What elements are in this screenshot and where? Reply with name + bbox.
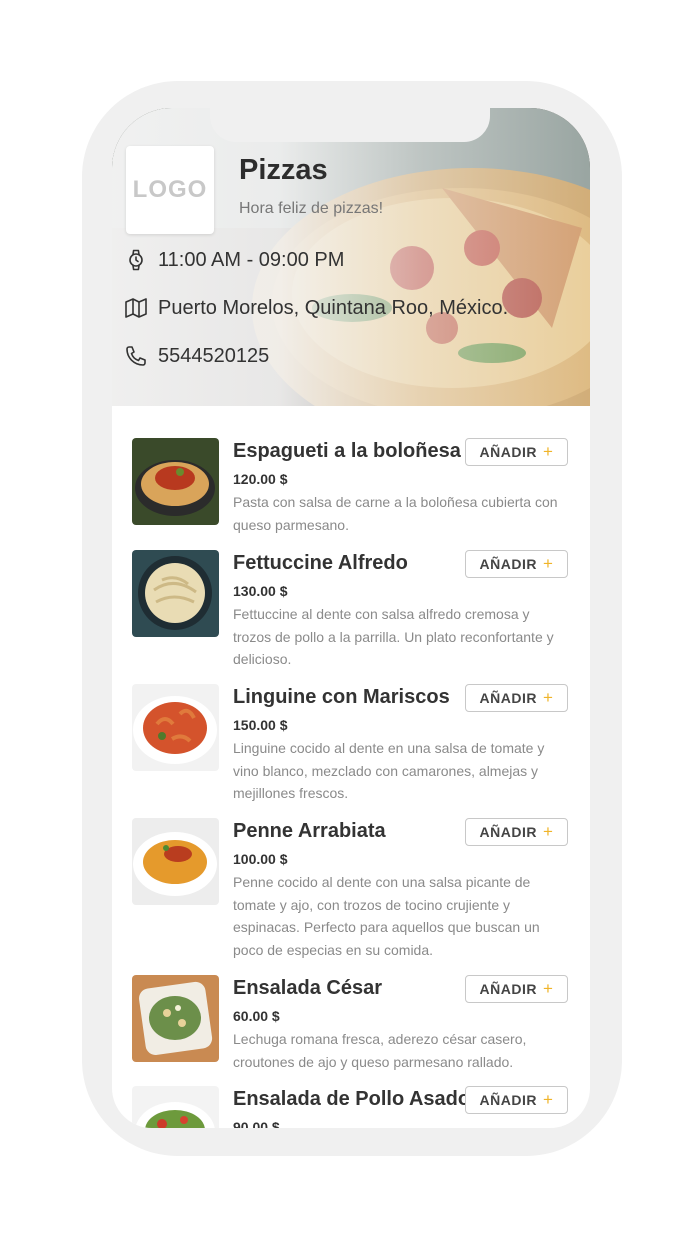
phone-notch xyxy=(210,100,490,142)
item-price: 150.00 $ xyxy=(233,717,288,733)
address-text: Puerto Morelos, Quintana Roo, México. xyxy=(158,296,509,319)
item-price: 100.00 $ xyxy=(233,851,288,867)
phone-icon xyxy=(126,346,146,366)
item-price: 60.00 $ xyxy=(233,1008,280,1024)
plus-icon: + xyxy=(543,979,554,998)
add-button-label: AÑADIR xyxy=(479,690,537,706)
add-button-label: AÑADIR xyxy=(479,824,537,840)
restaurant-name: Pizzas xyxy=(239,154,328,186)
restaurant-logo: LOGO xyxy=(126,146,214,234)
hours-row: 11:00 AM - 09:00 PM xyxy=(124,248,344,272)
item-thumbnail xyxy=(132,550,219,637)
item-description: Penne cocido al dente con una salsa pica… xyxy=(233,874,540,958)
add-button-label: AÑADIR xyxy=(479,1092,537,1108)
item-thumbnail xyxy=(132,438,219,525)
plus-icon: + xyxy=(543,554,554,573)
add-button[interactable]: AÑADIR + xyxy=(465,438,568,466)
item-thumbnail xyxy=(132,818,219,905)
add-button[interactable]: AÑADIR + xyxy=(465,550,568,578)
item-price: 90.00 $ xyxy=(233,1119,280,1128)
add-button[interactable]: AÑADIR + xyxy=(465,1086,568,1114)
item-price: 130.00 $ xyxy=(233,583,288,599)
plus-icon: + xyxy=(543,1090,554,1109)
item-description: Pasta con salsa de carne a la boloñesa c… xyxy=(233,494,558,533)
item-name: Linguine con Mariscos xyxy=(233,686,450,708)
item-description: Linguine cocido al dente en una salsa de… xyxy=(233,740,545,801)
item-thumbnail xyxy=(132,1086,219,1128)
watch-icon xyxy=(129,249,143,271)
item-thumbnail xyxy=(132,684,219,771)
add-button-label: AÑADIR xyxy=(479,556,537,572)
address-row: Puerto Morelos, Quintana Roo, México. xyxy=(124,296,508,320)
item-name: Ensalada de Pollo Asado xyxy=(233,1088,471,1110)
add-button[interactable]: AÑADIR + xyxy=(465,684,568,712)
item-description: Lechuga romana fresca, aderezo césar cas… xyxy=(233,1031,527,1070)
restaurant-header: LOGO Pizzas Hora feliz de pizzas! 11:00 … xyxy=(112,108,590,406)
add-button-label: AÑADIR xyxy=(479,981,537,997)
add-button[interactable]: AÑADIR + xyxy=(465,975,568,1003)
phone-row: 5544520125 xyxy=(124,344,269,368)
plus-icon: + xyxy=(543,688,554,707)
map-icon xyxy=(125,298,147,318)
add-button-label: AÑADIR xyxy=(479,444,537,460)
hours-text: 11:00 AM - 09:00 PM xyxy=(158,248,345,271)
item-name: Espagueti a la boloñesa xyxy=(233,440,461,462)
item-price: 120.00 $ xyxy=(233,471,288,487)
plus-icon: + xyxy=(543,442,554,461)
add-button[interactable]: AÑADIR + xyxy=(465,818,568,846)
item-name: Ensalada César xyxy=(233,977,382,999)
item-name: Penne Arrabiata xyxy=(233,820,386,842)
phone-text: 5544520125 xyxy=(158,344,270,367)
plus-icon: + xyxy=(543,822,554,841)
app-screen: LOGO Pizzas Hora feliz de pizzas! 11:00 … xyxy=(112,108,590,1128)
restaurant-tagline: Hora feliz de pizzas! xyxy=(239,200,384,217)
item-description: Fettuccine al dente con salsa alfredo cr… xyxy=(233,606,554,667)
item-name: Fettuccine Alfredo xyxy=(233,552,408,574)
item-thumbnail xyxy=(132,975,219,1062)
